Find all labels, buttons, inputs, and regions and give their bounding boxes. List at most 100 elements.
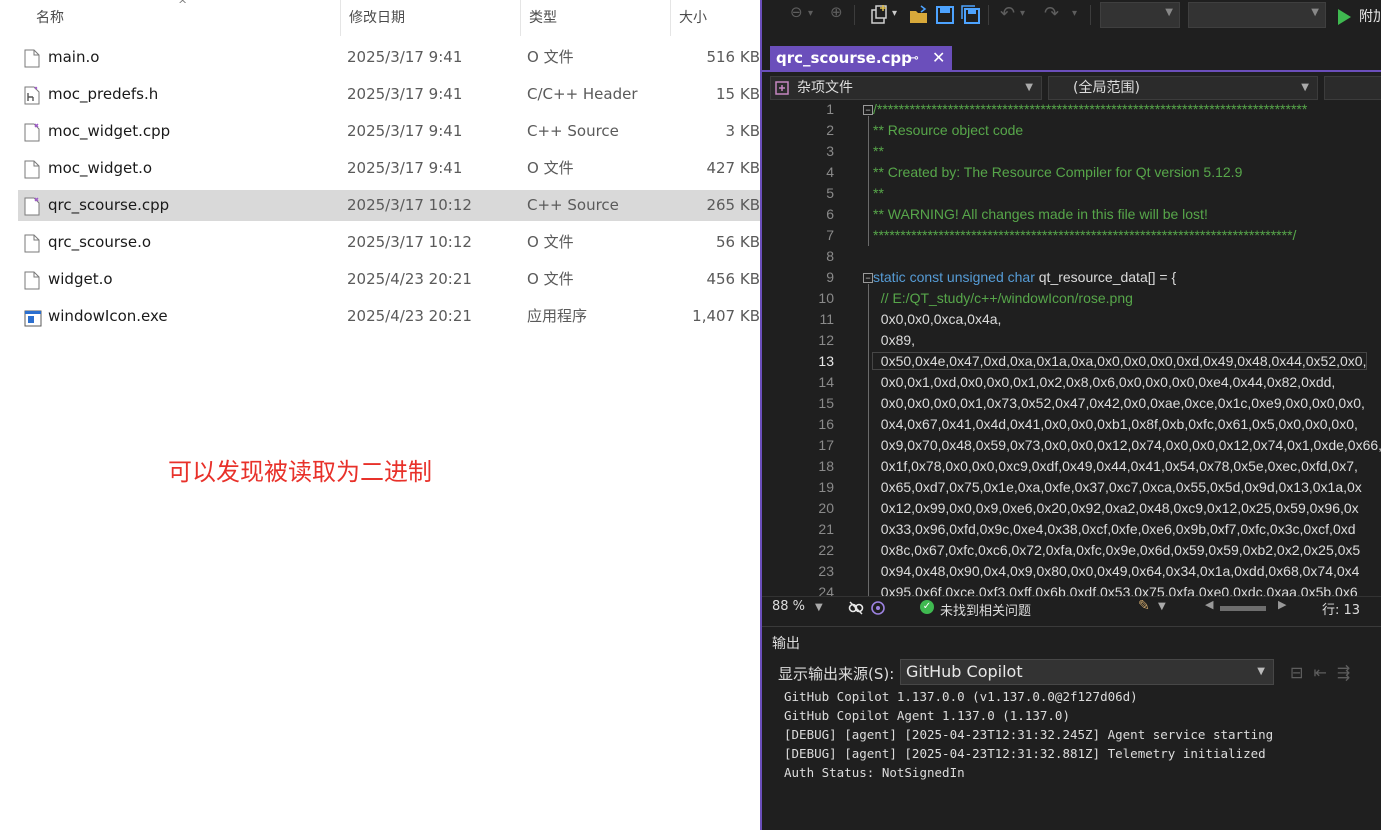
output-line: GitHub Copilot Agent 1.137.0 (1.137.0) (784, 708, 1070, 723)
line-number: 12 (818, 332, 834, 348)
code-line: ** (873, 143, 884, 159)
code-line: 0x0,0x0,0xca,0x4a, (873, 311, 1002, 327)
code-line: 0x9,0x70,0x48,0x59,0x73,0x0,0x0,0x12,0x7… (873, 437, 1381, 453)
file-name: windowIcon.exe (48, 307, 168, 325)
line-number: 9 (826, 269, 834, 285)
tab-qrc-scourse-cpp[interactable]: qrc_scourse.cpp ⊸ ✕ (770, 46, 952, 72)
ide-window: ⊖ ▾ ⊕ ▾ ↶ ▾ ↷ ▾ ▼ ▼ 附 qrc_scourse.cpp ⊸ … (760, 0, 1381, 830)
run-icon[interactable] (1336, 5, 1352, 29)
code-editor[interactable]: − − 1 /**********************************… (762, 100, 1381, 596)
file-row[interactable]: qrc_scourse.o 2025/3/17 10:12 O 文件 56 KB (18, 227, 760, 258)
output-source-dropdown[interactable]: GitHub Copilot ▼ (900, 659, 1274, 685)
code-line: 0x95,0x6f,0xce,0xf3,0xff,0x6b,0xdf,0x53,… (873, 584, 1358, 596)
file-date: 2025/3/17 9:41 (347, 48, 463, 66)
file-type: O 文件 (527, 233, 574, 251)
code-line: 0x33,0x96,0xfd,0x9c,0xe4,0x38,0xcf,0xfe,… (873, 521, 1356, 537)
column-header-size[interactable]: 大小 (670, 0, 760, 36)
issues-status[interactable]: 未找到相关问题 (940, 600, 1031, 619)
line-number: 20 (818, 500, 834, 516)
code-health-icon[interactable] (870, 600, 886, 616)
scroll-left-icon[interactable]: ◀ (1205, 598, 1213, 611)
line-number: 17 (818, 437, 834, 453)
file-row[interactable]: moc_predefs.h 2025/3/17 9:41 C/C++ Header 1… (18, 79, 760, 110)
chevron-down-icon[interactable]: ▼ (1158, 601, 1166, 612)
output-toolbar-icons[interactable]: ⊟⇤⇶ (1290, 663, 1360, 682)
code-line: 0x0,0x1,0xd,0x0,0x0,0x1,0x2,0x8,0x6,0x0,… (873, 374, 1336, 390)
file-type: C++ Source (527, 196, 619, 214)
file-type: C++ Source (527, 122, 619, 140)
file-size: 456 KB (706, 270, 760, 288)
undo-dropdown-icon[interactable]: ▾ (1020, 8, 1025, 32)
file-size: 1,407 KB (692, 307, 760, 325)
column-header-date[interactable]: 修改日期 (340, 0, 520, 36)
undo-icon[interactable]: ↶ (1000, 3, 1015, 27)
header-file-icon (24, 85, 40, 105)
redo-dropdown-icon[interactable]: ▾ (1072, 8, 1077, 32)
close-icon[interactable]: ✕ (932, 48, 945, 67)
platform-dropdown[interactable]: ▼ (1188, 2, 1326, 28)
file-name: main.o (48, 48, 100, 66)
code-line: // E:/QT_study/c++/windowIcon/rose.png (873, 290, 1133, 306)
collapse-icon[interactable]: − (863, 105, 873, 115)
file-icon (24, 48, 40, 68)
annotation-text: 可以发现被读取为二进制 (168, 458, 432, 486)
code-line: ** Created by: The Resource Compiler for… (873, 164, 1243, 180)
file-list-header: 名称 ^ 修改日期 类型 大小 (0, 0, 760, 36)
output-panel-title: 输出 (772, 636, 800, 652)
save-icon[interactable] (934, 3, 956, 27)
back-dropdown-icon[interactable]: ▾ (808, 8, 813, 32)
line-number: 23 (818, 563, 834, 579)
new-project-icon[interactable] (868, 3, 890, 27)
new-dropdown-icon[interactable]: ▾ (892, 8, 897, 32)
identifier-token: qt_resource_data[] = { (1034, 269, 1177, 285)
zoom-dropdown[interactable]: 88 % ▼ (772, 599, 823, 614)
save-all-icon[interactable] (960, 3, 982, 27)
line-number: 7 (826, 227, 834, 243)
redo-icon[interactable]: ↷ (1044, 3, 1059, 27)
member-dropdown[interactable] (1324, 76, 1381, 100)
line-number: 6 (826, 206, 834, 222)
column-size-label: 大小 (679, 10, 707, 26)
file-row[interactable]: main.o 2025/3/17 9:41 O 文件 516 KB (18, 42, 760, 73)
check-icon: ✓ (920, 600, 934, 614)
line-number: 18 (818, 458, 834, 474)
cursor-row: 行: 13 (1322, 603, 1361, 618)
collapse-icon[interactable]: − (863, 273, 873, 283)
keyword-token: static const unsigned char (873, 269, 1035, 285)
configuration-dropdown[interactable]: ▼ (1100, 2, 1180, 28)
chevron-down-icon: ▼ (1165, 7, 1173, 18)
cleanup-icon[interactable]: ✎ (1138, 598, 1150, 614)
output-line: GitHub Copilot 1.137.0.0 (v1.137.0.0@2f1… (784, 689, 1138, 704)
line-number: 14 (818, 374, 834, 390)
code-line: 0x4,0x67,0x41,0x4d,0x41,0x0,0x0,0xb1,0x8… (873, 416, 1358, 432)
code-line: 0x12,0x99,0x0,0x9,0xe6,0x20,0x92,0xa2,0x… (873, 500, 1359, 516)
output-panel: 输出 显示输出来源(S): GitHub Copilot ▼ ⊟⇤⇶ GitHu… (762, 626, 1381, 830)
forward-icon[interactable]: ⊕ (830, 3, 843, 27)
file-date: 2025/3/17 9:41 (347, 85, 463, 103)
chevron-down-icon: ▼ (1301, 82, 1309, 93)
file-row[interactable]: windowIcon.exe 2025/4/23 20:21 应用程序 1,407 K… (18, 301, 760, 332)
file-row[interactable]: widget.o 2025/4/23 20:21 O 文件 456 KB (18, 264, 760, 295)
file-size: 3 KB (725, 122, 760, 140)
file-row[interactable]: qrc_scourse.cpp 2025/3/17 10:12 C++ Source… (18, 190, 760, 221)
open-folder-icon[interactable] (908, 3, 930, 27)
file-name: moc_widget.cpp (48, 122, 171, 140)
scroll-right-icon[interactable]: ▶ (1278, 598, 1286, 611)
file-row[interactable]: moc_widget.o 2025/3/17 9:41 O 文件 427 KB (18, 153, 760, 184)
code-line: ** Resource object code (873, 122, 1024, 138)
file-row[interactable]: moc_widget.cpp 2025/3/17 9:41 C++ Source 3 … (18, 116, 760, 147)
project-dropdown[interactable]: 杂项文件 ▼ (770, 76, 1042, 100)
horizontal-scrollbar[interactable] (1220, 606, 1266, 611)
line-number: 10 (818, 290, 834, 306)
zoom-level: 88 % (772, 599, 806, 614)
file-type: 应用程序 (527, 307, 588, 325)
copilot-icon[interactable] (848, 600, 864, 616)
pin-icon[interactable]: ⊸ (908, 51, 919, 66)
back-icon[interactable]: ⊖ (790, 3, 803, 27)
scope-dropdown[interactable]: (全局范围) ▼ (1048, 76, 1318, 100)
column-header-type[interactable]: 类型 (520, 0, 670, 36)
line-number: 1 (826, 101, 834, 117)
attach-button[interactable]: 附加 (1359, 6, 1381, 26)
output-line: [DEBUG] [agent] [2025-04-23T12:31:32.245… (784, 727, 1274, 742)
code-line: ** WARNING! All changes made in this fil… (873, 206, 1208, 222)
